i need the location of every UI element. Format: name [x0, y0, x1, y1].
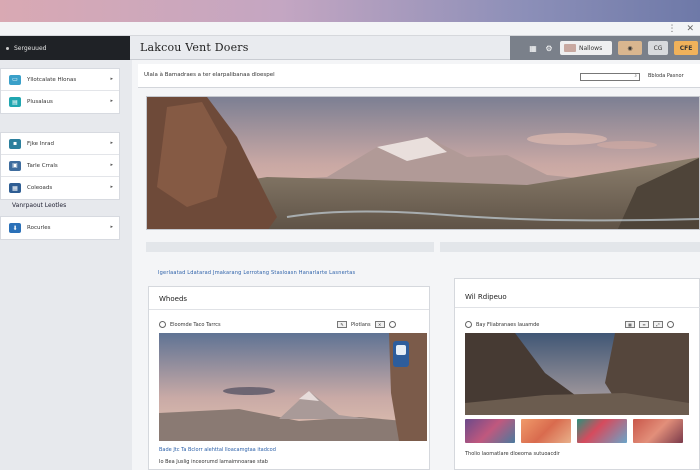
cg-button[interactable]: CG — [648, 41, 668, 55]
browser-toolbar: ⋮ ✕ — [0, 22, 700, 36]
photo-caption: Io Bea Juslig inceorumd lamaimnoarae sta… — [159, 459, 268, 465]
search-icon: ⌕ — [634, 74, 637, 79]
card-title: Wil Rdipeuo — [465, 293, 507, 301]
close-icon[interactable]: ✕ — [686, 24, 694, 34]
image-toolbar-right: ✎ Plotlans ✕ — [337, 321, 396, 328]
select-radio[interactable] — [159, 321, 166, 328]
sidebar-group-1: ▭ Yllotcalate Hlonas ▸ ▤ Plusalaus ▸ — [0, 68, 120, 114]
sort-dropdown[interactable]: Bbloda Pasnor — [648, 73, 684, 79]
thumbnail-1[interactable] — [465, 419, 515, 443]
gallery-caption: Tholio laomatlare dloeoma sutuoacdir — [465, 451, 560, 457]
document-icon: ▭ — [9, 74, 21, 85]
sidebar-item-label: Rocurles — [27, 225, 51, 231]
options-radio[interactable] — [388, 321, 396, 328]
swatch-icon — [564, 44, 576, 52]
hero-image — [146, 96, 700, 230]
options-radio[interactable] — [667, 321, 674, 328]
user-icon: ◉ — [627, 44, 633, 52]
sidebar-item-label: Tarle Crrals — [27, 162, 58, 169]
sidebar-group-2: ▪ Fjke Inrad ▸ ▣ Tarle Crrals ▸ ▦ Coleoa… — [0, 132, 120, 200]
select-radio[interactable] — [465, 321, 472, 328]
content-card-right: Wil Rdipeuo Bay Fliabranaes lauamde ▦ ≡ … — [454, 278, 700, 470]
section-divider — [440, 242, 700, 252]
settings-icon[interactable]: ⚙ — [544, 44, 554, 53]
chart-icon: ▤ — [9, 97, 21, 107]
page-title: Lakcou Vent Doers — [140, 41, 249, 54]
chevron-right-icon: ▸ — [110, 162, 113, 168]
hero-landscape-image — [147, 97, 699, 229]
folder-icon: ▪ — [9, 138, 21, 149]
sidebar-header: Sergeuued — [0, 36, 130, 60]
app-logo-icon — [6, 46, 9, 50]
sidebar-item-label: Coleoads — [27, 185, 53, 191]
thumbnail-strip — [465, 419, 683, 443]
grid-view-icon[interactable]: ▦ — [625, 321, 635, 328]
toolbar-label: Eloomde Taco Tarrcs — [170, 321, 221, 328]
window-controls: ⋮ ✕ — [667, 24, 694, 34]
gallery-icon: ▦ — [9, 183, 21, 193]
image-toolbar: Eloomde Taco Tarrcs — [159, 321, 221, 328]
sidebar-item-label: Fjke Inrad — [27, 140, 55, 147]
sidebar-group-3: ⬇ Rocurles ▸ — [0, 216, 120, 240]
divider — [149, 309, 429, 310]
thumbnail-2[interactable] — [521, 419, 571, 443]
edit-icon[interactable]: ✎ — [337, 321, 347, 328]
close-icon[interactable]: ✕ — [374, 321, 385, 328]
more-icon[interactable]: ⋮ — [667, 24, 676, 34]
sidebar-item-3[interactable]: ▪ Fjke Inrad ▸ — [1, 133, 119, 155]
sidebar-item-5[interactable]: ▦ Coleoads ▸ — [1, 177, 119, 199]
canyon-photo-image — [465, 333, 689, 415]
theme-selector[interactable]: Nallows — [560, 41, 612, 55]
photo-caption-link[interactable]: Bade Jtc Ta Bclorr alehttal lloacamgtaa … — [159, 447, 276, 453]
thumbnail-3[interactable] — [577, 419, 627, 443]
sidebar-item-1[interactable]: ▭ Yllotcalate Hlonas ▸ — [1, 69, 119, 91]
sidebar-header-title: Sergeuued — [14, 44, 47, 52]
chevron-right-icon: ▸ — [110, 98, 113, 104]
divider — [455, 307, 700, 308]
sidebar-item-4[interactable]: ▣ Tarle Crrals ▸ — [1, 155, 119, 177]
header-actions: ▦ ⚙ Nallows ◉ CG CFE — [510, 36, 700, 60]
cfe-button[interactable]: CFE — [674, 41, 698, 55]
sidebar-item-2[interactable]: ▤ Plusalaus ▸ — [1, 91, 119, 113]
desktop-background-band — [0, 0, 700, 22]
mountain-photo-image — [159, 333, 427, 441]
sidebar-item-label: Plusalaus — [27, 99, 53, 105]
image-icon: ▣ — [9, 160, 21, 171]
chevron-right-icon: ▸ — [110, 76, 113, 82]
category-links[interactable]: Igerlaatad Ldatarad Jmakarang Lerrotang … — [158, 270, 355, 276]
content-toolbar: Ulala à Bamadraes a ter elarpalibanaa dl… — [138, 64, 700, 88]
sidebar-item-6[interactable]: ⬇ Rocurles ▸ — [1, 217, 119, 239]
breadcrumb: Ulala à Bamadraes a ter elarpalibanaa dl… — [144, 72, 275, 78]
chevron-right-icon: ▸ — [110, 184, 113, 190]
photo-preview[interactable] — [159, 333, 427, 441]
section-divider — [146, 242, 434, 252]
sidebar-item-label: Yllotcalate Hlonas — [27, 76, 77, 83]
main-header: Lakcou Vent Doers ▦ ⚙ Nallows ◉ CG CFE — [130, 36, 700, 60]
canyon-photo[interactable] — [465, 333, 689, 415]
profile-button[interactable]: ◉ — [618, 41, 642, 55]
card-title: Whoeds — [159, 295, 188, 303]
download-icon: ⬇ — [9, 223, 21, 233]
grid-icon[interactable]: ▦ — [528, 44, 538, 53]
sidebar: ▭ Yllotcalate Hlonas ▸ ▤ Plusalaus ▸ ▪ F… — [0, 60, 132, 470]
chevron-right-icon: ▸ — [110, 140, 113, 146]
toolbar-right-label: Plotlans — [351, 321, 371, 328]
list-view-icon[interactable]: ≡ — [639, 321, 649, 328]
chevron-right-icon: ▸ — [110, 224, 113, 230]
thumbnail-4[interactable] — [633, 419, 683, 443]
search-input[interactable]: ⌕ — [580, 73, 640, 81]
content-card-left: Whoeds Eloomde Taco Tarrcs ✎ Plotlans ✕ — [148, 286, 430, 470]
toolbar-label: Bay Fliabranaes lauamde — [476, 321, 540, 328]
main-content: Ulala à Bamadraes a ter elarpalibanaa dl… — [132, 60, 700, 470]
expand-icon[interactable]: ⤢ — [653, 321, 663, 328]
image-toolbar: Bay Fliabranaes lauamde — [465, 321, 539, 328]
image-toolbar-right: ▦ ≡ ⤢ — [625, 321, 674, 328]
sidebar-section-title: Vanrpaout Leotles — [12, 202, 67, 209]
